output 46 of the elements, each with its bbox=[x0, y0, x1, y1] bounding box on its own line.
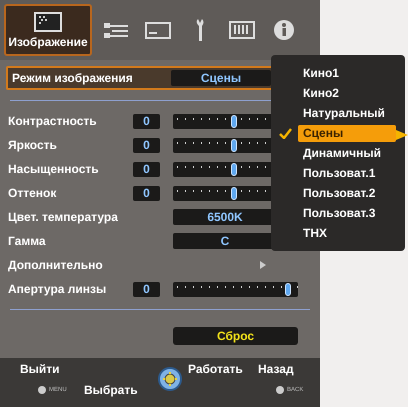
sliders-icon bbox=[104, 20, 128, 40]
keyboard-icon bbox=[229, 21, 255, 39]
tab[interactable]: Изображение bbox=[4, 4, 92, 56]
value-display: Сцены bbox=[171, 70, 271, 86]
slider-thumb[interactable] bbox=[285, 282, 291, 296]
setting-label: Дополнительно bbox=[8, 258, 104, 272]
menu-option[interactable]: Пользоват.2 bbox=[298, 184, 396, 202]
operate-hint: Работать bbox=[188, 362, 244, 376]
menu-option[interactable]: Сцены bbox=[298, 124, 396, 142]
select-hint: Выбрать bbox=[84, 383, 139, 397]
value-display: 0 bbox=[133, 186, 160, 200]
pointer-icon bbox=[396, 130, 408, 140]
wrench-icon bbox=[196, 19, 204, 41]
slider-thumb[interactable] bbox=[231, 138, 238, 152]
slider-thumb[interactable] bbox=[231, 162, 238, 176]
slider-thumb[interactable] bbox=[231, 114, 238, 128]
button-icon bbox=[38, 386, 46, 394]
setting-label: Режим изображения bbox=[12, 71, 134, 85]
value-display: 0 bbox=[133, 138, 160, 152]
menu-option[interactable]: Натуральный bbox=[298, 104, 396, 122]
info-icon bbox=[274, 20, 294, 40]
reset-button[interactable]: Сброс bbox=[173, 327, 298, 345]
setting-label: Гамма bbox=[8, 234, 47, 248]
menu-option[interactable]: THX bbox=[298, 224, 396, 242]
value-display: 0 bbox=[133, 114, 160, 128]
menu-option[interactable]: Пользоват.3 bbox=[298, 204, 396, 222]
slider-thumb[interactable] bbox=[231, 186, 238, 200]
checkmark-icon bbox=[279, 128, 292, 139]
dpad-icon bbox=[158, 367, 182, 391]
setting-label: Насыщенность bbox=[8, 162, 100, 176]
setting-label: Яркость bbox=[8, 138, 58, 152]
arrow-icon bbox=[260, 261, 266, 269]
slider-track[interactable] bbox=[173, 282, 298, 296]
value-display: 0 bbox=[133, 282, 160, 296]
back-hint: Назад bbox=[258, 362, 295, 376]
setting-label: Цвет. температура bbox=[8, 210, 119, 224]
exit-hint: Выйти bbox=[20, 362, 61, 376]
picture-icon bbox=[34, 12, 62, 32]
setting-label: Апертура линзы bbox=[8, 282, 108, 296]
menu-option[interactable]: Динамичный bbox=[298, 144, 396, 162]
button-icon bbox=[276, 386, 284, 394]
screen-icon bbox=[145, 22, 171, 38]
setting-label: Контрастность bbox=[8, 114, 98, 128]
setting-label: Оттенок bbox=[8, 186, 58, 200]
value-display: 0 bbox=[133, 162, 160, 176]
menu-option[interactable]: Пользоват.1 bbox=[298, 164, 396, 182]
